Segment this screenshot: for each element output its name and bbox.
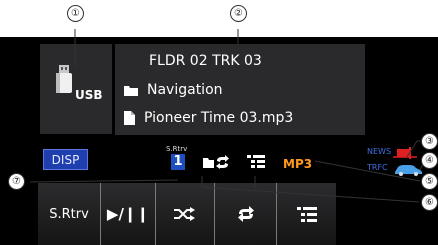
callout-6: ⑥: [421, 194, 438, 211]
audio-format-indicator: MP3: [283, 157, 313, 171]
shuffle-icon: [174, 207, 195, 221]
callout-1: ①: [67, 5, 84, 22]
news-indicator: NEWS: [367, 147, 392, 156]
callout-7: ⑦: [8, 173, 25, 190]
usb-drive-icon: [56, 65, 72, 93]
random-play-button[interactable]: [156, 183, 215, 245]
list-button[interactable]: [277, 183, 336, 245]
disp-button[interactable]: DISP: [43, 149, 88, 170]
random-list-icon: [247, 155, 265, 168]
repeat-icon: [237, 206, 254, 222]
traffic-car-icon: [395, 165, 422, 176]
source-indicator[interactable]: USB: [40, 44, 112, 134]
play-pause-label: ▶/❙❙: [106, 205, 150, 223]
folder-icon: [124, 85, 138, 96]
file-name: Pioneer Time 03.mp3: [144, 110, 294, 126]
callout-5: ⑤: [421, 173, 438, 190]
file-icon: [124, 111, 135, 125]
callout-3: ③: [421, 133, 438, 150]
folder-repeat-icon: [203, 155, 229, 169]
news-flag-icon: [393, 147, 417, 159]
traffic-indicator: TRFC: [367, 163, 388, 172]
track-info-panel[interactable]: FLDR 02 TRK 03 Navigation Pioneer Time 0…: [115, 44, 365, 135]
source-label: USB: [75, 88, 103, 102]
sound-retriever-caption: S.Rtrv: [166, 145, 188, 153]
repeat-button[interactable]: [215, 183, 277, 245]
sound-retriever-button[interactable]: S.Rtrv: [38, 183, 101, 245]
callout-4: ④: [421, 152, 438, 169]
bottom-key-bar: S.Rtrv ▶/❙❙: [38, 183, 336, 245]
sound-retriever-button-label: S.Rtrv: [49, 206, 89, 222]
folder-row: Navigation: [124, 82, 223, 98]
play-pause-button[interactable]: ▶/❙❙: [101, 183, 156, 245]
folder-name: Navigation: [147, 82, 223, 98]
folder-track-number: FLDR 02 TRK 03: [149, 53, 262, 69]
file-row: Pioneer Time 03.mp3: [124, 110, 293, 126]
list-icon: [296, 206, 317, 222]
sound-retriever-level: 1: [171, 154, 185, 170]
callout-2: ②: [230, 5, 247, 22]
